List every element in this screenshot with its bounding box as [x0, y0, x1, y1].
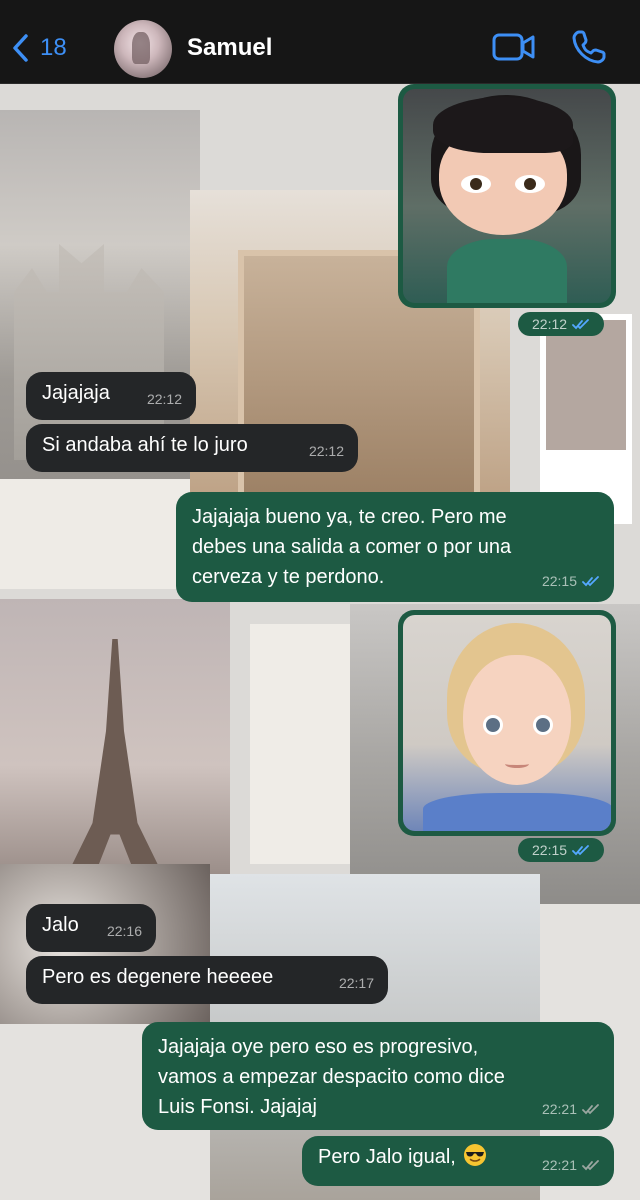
message-text: Pero es degenere heeeee — [42, 966, 274, 988]
image-message[interactable] — [398, 610, 616, 836]
delivered-ticks-icon — [582, 1103, 599, 1114]
sunglasses-emoji-icon — [464, 1144, 487, 1166]
incoming-message[interactable]: Jajajaja 22:12 — [26, 372, 196, 420]
read-ticks-icon — [572, 844, 589, 855]
incoming-message[interactable]: Si andaba ahí te lo juro 22:12 — [26, 424, 358, 472]
outgoing-message[interactable]: Pero Jalo igual, 22:21 — [302, 1136, 614, 1186]
message-list: 22:12 Jajajaja 22:12 Si andaba ahí te lo… — [0, 84, 640, 1200]
read-ticks-icon — [572, 318, 589, 329]
delivered-ticks-icon — [582, 1159, 599, 1170]
message-time: 22:12 — [146, 391, 182, 407]
phone-icon[interactable] — [570, 28, 608, 66]
message-text: Jajajaja oye pero eso es progresivo, vam… — [158, 1036, 505, 1118]
message-time: 22:16 — [106, 923, 142, 939]
message-time: 22:17 — [338, 975, 374, 991]
toddler-photo — [403, 615, 611, 831]
image-message[interactable] — [398, 84, 616, 308]
message-text: Pero Jalo igual, — [318, 1146, 456, 1168]
message-text: Jajajaja — [42, 382, 110, 404]
chevron-left-icon — [13, 34, 28, 62]
incoming-message[interactable]: Pero es degenere heeeee 22:17 — [26, 956, 388, 1004]
contact-name[interactable]: Samuel — [187, 34, 272, 62]
message-time: 22:15 — [532, 842, 568, 858]
message-time: 22:21 — [541, 1157, 577, 1173]
outgoing-message[interactable]: Jajajaja oye pero eso es progresivo, vam… — [142, 1022, 614, 1130]
message-text: Jajajaja bueno ya, te creo. Pero me debe… — [192, 506, 512, 588]
chat-header: 18 Samuel — [0, 0, 640, 84]
read-ticks-icon — [582, 575, 599, 586]
message-meta: 22:15 — [518, 838, 605, 862]
outgoing-message[interactable]: Jajajaja bueno ya, te creo. Pero me debe… — [176, 492, 614, 602]
message-text: Si andaba ahí te lo juro — [42, 434, 248, 456]
avatar[interactable] — [114, 20, 172, 78]
message-time: 22:15 — [541, 573, 577, 589]
message-time: 22:21 — [541, 1101, 577, 1117]
incoming-message[interactable]: Jalo 22:16 — [26, 904, 156, 952]
unread-count: 18 — [40, 34, 67, 61]
back-button[interactable]: 18 — [10, 28, 67, 68]
video-call-icon[interactable] — [492, 30, 536, 64]
message-text: Jalo — [42, 914, 79, 936]
message-meta: 22:12 — [518, 312, 605, 336]
message-time: 22:12 — [532, 316, 568, 332]
cartoon-girl-sticker — [403, 89, 611, 303]
message-time: 22:12 — [308, 443, 344, 459]
